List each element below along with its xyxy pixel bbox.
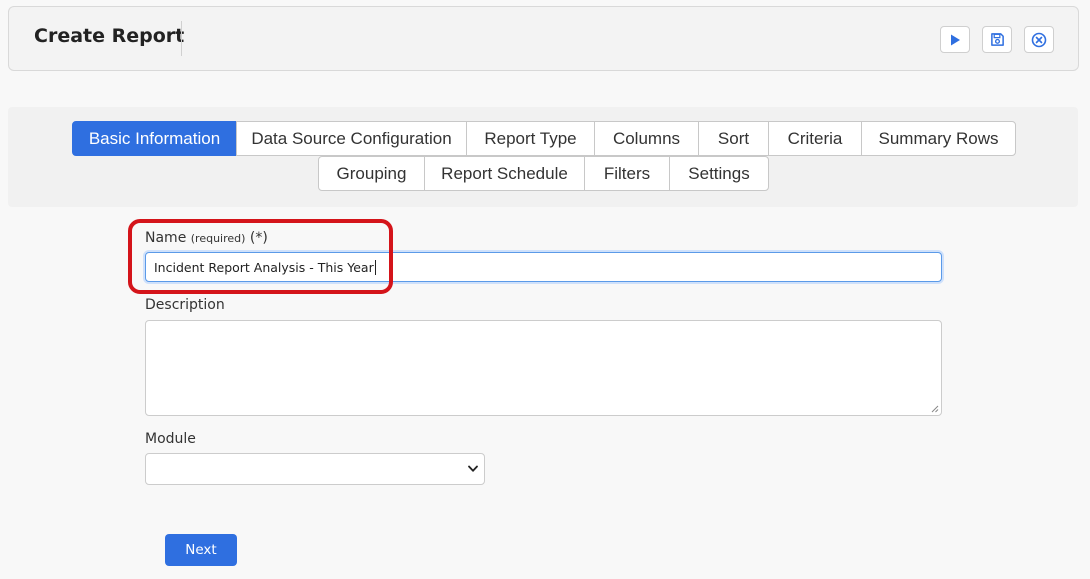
tab-columns[interactable]: Columns bbox=[594, 121, 699, 156]
save-report-button[interactable] bbox=[982, 26, 1012, 53]
tab-sort[interactable]: Sort bbox=[698, 121, 769, 156]
tab-grouping[interactable]: Grouping bbox=[318, 156, 425, 191]
name-label-text: Name bbox=[145, 230, 187, 246]
description-textarea[interactable] bbox=[145, 320, 942, 416]
name-input[interactable]: Incident Report Analysis - This Year bbox=[145, 252, 942, 282]
name-label: Name (required) (*) bbox=[145, 230, 268, 246]
page-title: Create Report bbox=[34, 25, 185, 47]
required-asterisk: (*) bbox=[249, 230, 268, 246]
close-circle-icon bbox=[1031, 32, 1047, 47]
page-header: Create Report bbox=[8, 6, 1079, 71]
header-divider bbox=[181, 21, 182, 56]
close-report-button[interactable] bbox=[1024, 26, 1054, 53]
play-icon bbox=[951, 34, 960, 45]
name-input-value: Incident Report Analysis - This Year bbox=[154, 259, 374, 275]
tab-report-type[interactable]: Report Type bbox=[466, 121, 595, 156]
run-report-button[interactable] bbox=[940, 26, 970, 53]
tab-filters[interactable]: Filters bbox=[584, 156, 670, 191]
next-button[interactable]: Next bbox=[165, 534, 237, 566]
resize-grip-icon[interactable] bbox=[931, 405, 939, 413]
module-label: Module bbox=[145, 431, 196, 447]
description-label: Description bbox=[145, 297, 225, 313]
tab-criteria[interactable]: Criteria bbox=[768, 121, 862, 156]
required-hint: (required) bbox=[190, 232, 246, 245]
tab-basic-information[interactable]: Basic Information bbox=[72, 121, 237, 156]
tab-data-source-configuration[interactable]: Data Source Configuration bbox=[236, 121, 467, 156]
module-select[interactable] bbox=[145, 453, 485, 485]
text-caret bbox=[374, 259, 376, 275]
floppy-disk-icon bbox=[990, 33, 1004, 46]
tab-settings[interactable]: Settings bbox=[669, 156, 769, 191]
chevron-down-icon bbox=[468, 465, 478, 472]
tab-report-schedule[interactable]: Report Schedule bbox=[424, 156, 585, 191]
tab-summary-rows[interactable]: Summary Rows bbox=[861, 121, 1016, 156]
